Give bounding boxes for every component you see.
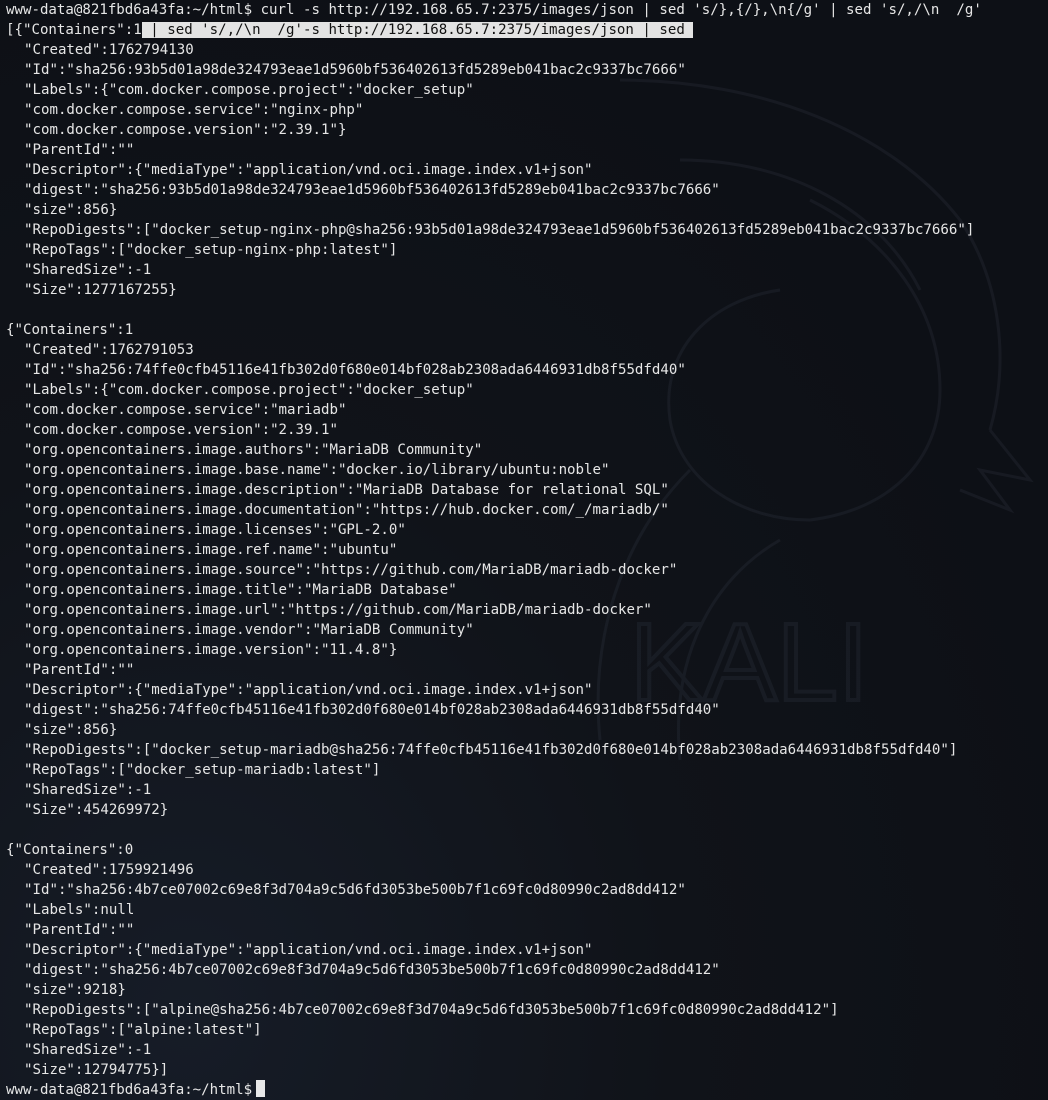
output-line: "org.opencontainers.image.description":"… — [24, 482, 669, 498]
output-line: "org.opencontainers.image.ref.name":"ubu… — [24, 542, 398, 558]
output-line: "SharedSize":-1 — [24, 782, 152, 798]
output-line: "Size":1277167255} — [24, 282, 177, 298]
output-line: {"Containers":0 — [6, 842, 134, 858]
selection-highlight: | sed 's/,/\n /g'-s http://192.168.65.7:… — [141, 22, 694, 38]
output-line: "com.docker.compose.version":"2.39.1" — [24, 422, 338, 438]
output-line: "ParentId":"" — [24, 142, 135, 158]
terminal-output[interactable]: www-data@821fbd6a43fa:~/html$ curl -s ht… — [6, 0, 1048, 1100]
output-line: "digest":"sha256:93b5d01a98de324793eae1d… — [24, 182, 720, 198]
output-line: "Size":12794775}] — [24, 1062, 169, 1078]
output-line: "com.docker.compose.service":"mariadb" — [24, 402, 347, 418]
output-line: "size":856} — [24, 202, 118, 218]
output-line: "Created":1759921496 — [24, 862, 194, 878]
output-line: "Id":"sha256:74ffe0cfb45116e41fb302d0f68… — [24, 362, 686, 378]
shell-prompt: www-data@821fbd6a43fa:~/html$ — [6, 1082, 253, 1098]
output-line: "org.opencontainers.image.source":"https… — [24, 562, 678, 578]
output-line: "RepoDigests":["docker_setup-nginx-php@s… — [24, 222, 975, 238]
output-line: "Labels":{"com.docker.compose.project":"… — [24, 82, 474, 98]
output-line: "Id":"sha256:93b5d01a98de324793eae1d5960… — [24, 62, 686, 78]
command-text: curl -s http://192.168.65.7:2375/images/… — [252, 2, 982, 18]
json-output: "Created":1762794130 "Id":"sha256:93b5d01… — [6, 40, 1048, 1080]
output-line: "ParentId":"" — [24, 922, 135, 938]
output-line: "org.opencontainers.image.title":"MariaD… — [24, 582, 457, 598]
output-line: "Descriptor":{"mediaType":"application/v… — [24, 942, 593, 958]
output-line: "digest":"sha256:4b7ce07002c69e8f3d704a9… — [24, 962, 720, 978]
output-line: "com.docker.compose.version":"2.39.1"} — [24, 122, 347, 138]
output-line: "org.opencontainers.image.base.name":"do… — [24, 462, 610, 478]
command-line: www-data@821fbd6a43fa:~/html$ curl -s ht… — [6, 0, 1048, 20]
output-line: "ParentId":"" — [24, 662, 135, 678]
output-line: "org.opencontainers.image.authors":"Mari… — [24, 442, 483, 458]
output-line: "Size":454269972} — [24, 802, 169, 818]
text-cursor — [256, 1080, 266, 1097]
output-line: "SharedSize":-1 — [24, 1042, 152, 1058]
output-line: "Labels":null — [24, 902, 135, 918]
output-line: "digest":"sha256:74ffe0cfb45116e41fb302d… — [24, 702, 720, 718]
output-line: [{"Containers":1 | sed 's/,/\n /g'-s htt… — [6, 22, 694, 38]
output-line: "RepoDigests":["alpine@sha256:4b7ce07002… — [24, 1002, 839, 1018]
output-line: "org.opencontainers.image.url":"https://… — [24, 602, 652, 618]
output-line: "RepoDigests":["docker_setup-mariadb@sha… — [24, 742, 958, 758]
output-line: "Descriptor":{"mediaType":"application/v… — [24, 682, 593, 698]
shell-prompt: www-data@821fbd6a43fa:~/html$ — [6, 2, 253, 18]
output-line: "org.opencontainers.image.version":"11.4… — [24, 642, 398, 658]
output-line: "Id":"sha256:4b7ce07002c69e8f3d704a9c5d6… — [24, 882, 686, 898]
final-prompt-line[interactable]: www-data@821fbd6a43fa:~/html$ — [6, 1080, 1048, 1100]
output-line: "size":856} — [24, 722, 118, 738]
output-line: "Descriptor":{"mediaType":"application/v… — [24, 162, 593, 178]
output-line: {"Containers":1 — [6, 322, 134, 338]
output-line: "RepoTags":["docker_setup-nginx-php:late… — [24, 242, 398, 258]
output-line: "size":9218} — [24, 982, 126, 998]
output-line: "RepoTags":["alpine:latest"] — [24, 1022, 262, 1038]
output-line: "org.opencontainers.image.documentation"… — [24, 502, 669, 518]
output-line: "org.opencontainers.image.vendor":"Maria… — [24, 622, 474, 638]
output-line: "org.opencontainers.image.licenses":"GPL… — [24, 522, 406, 538]
output-line: "Created":1762794130 — [24, 42, 194, 58]
output-line: "RepoTags":["docker_setup-mariadb:latest… — [24, 762, 381, 778]
output-line: "Labels":{"com.docker.compose.project":"… — [24, 382, 474, 398]
output-line: "Created":1762791053 — [24, 342, 194, 358]
output-line: "com.docker.compose.service":"nginx-php" — [24, 102, 364, 118]
output-line: "SharedSize":-1 — [24, 262, 152, 278]
